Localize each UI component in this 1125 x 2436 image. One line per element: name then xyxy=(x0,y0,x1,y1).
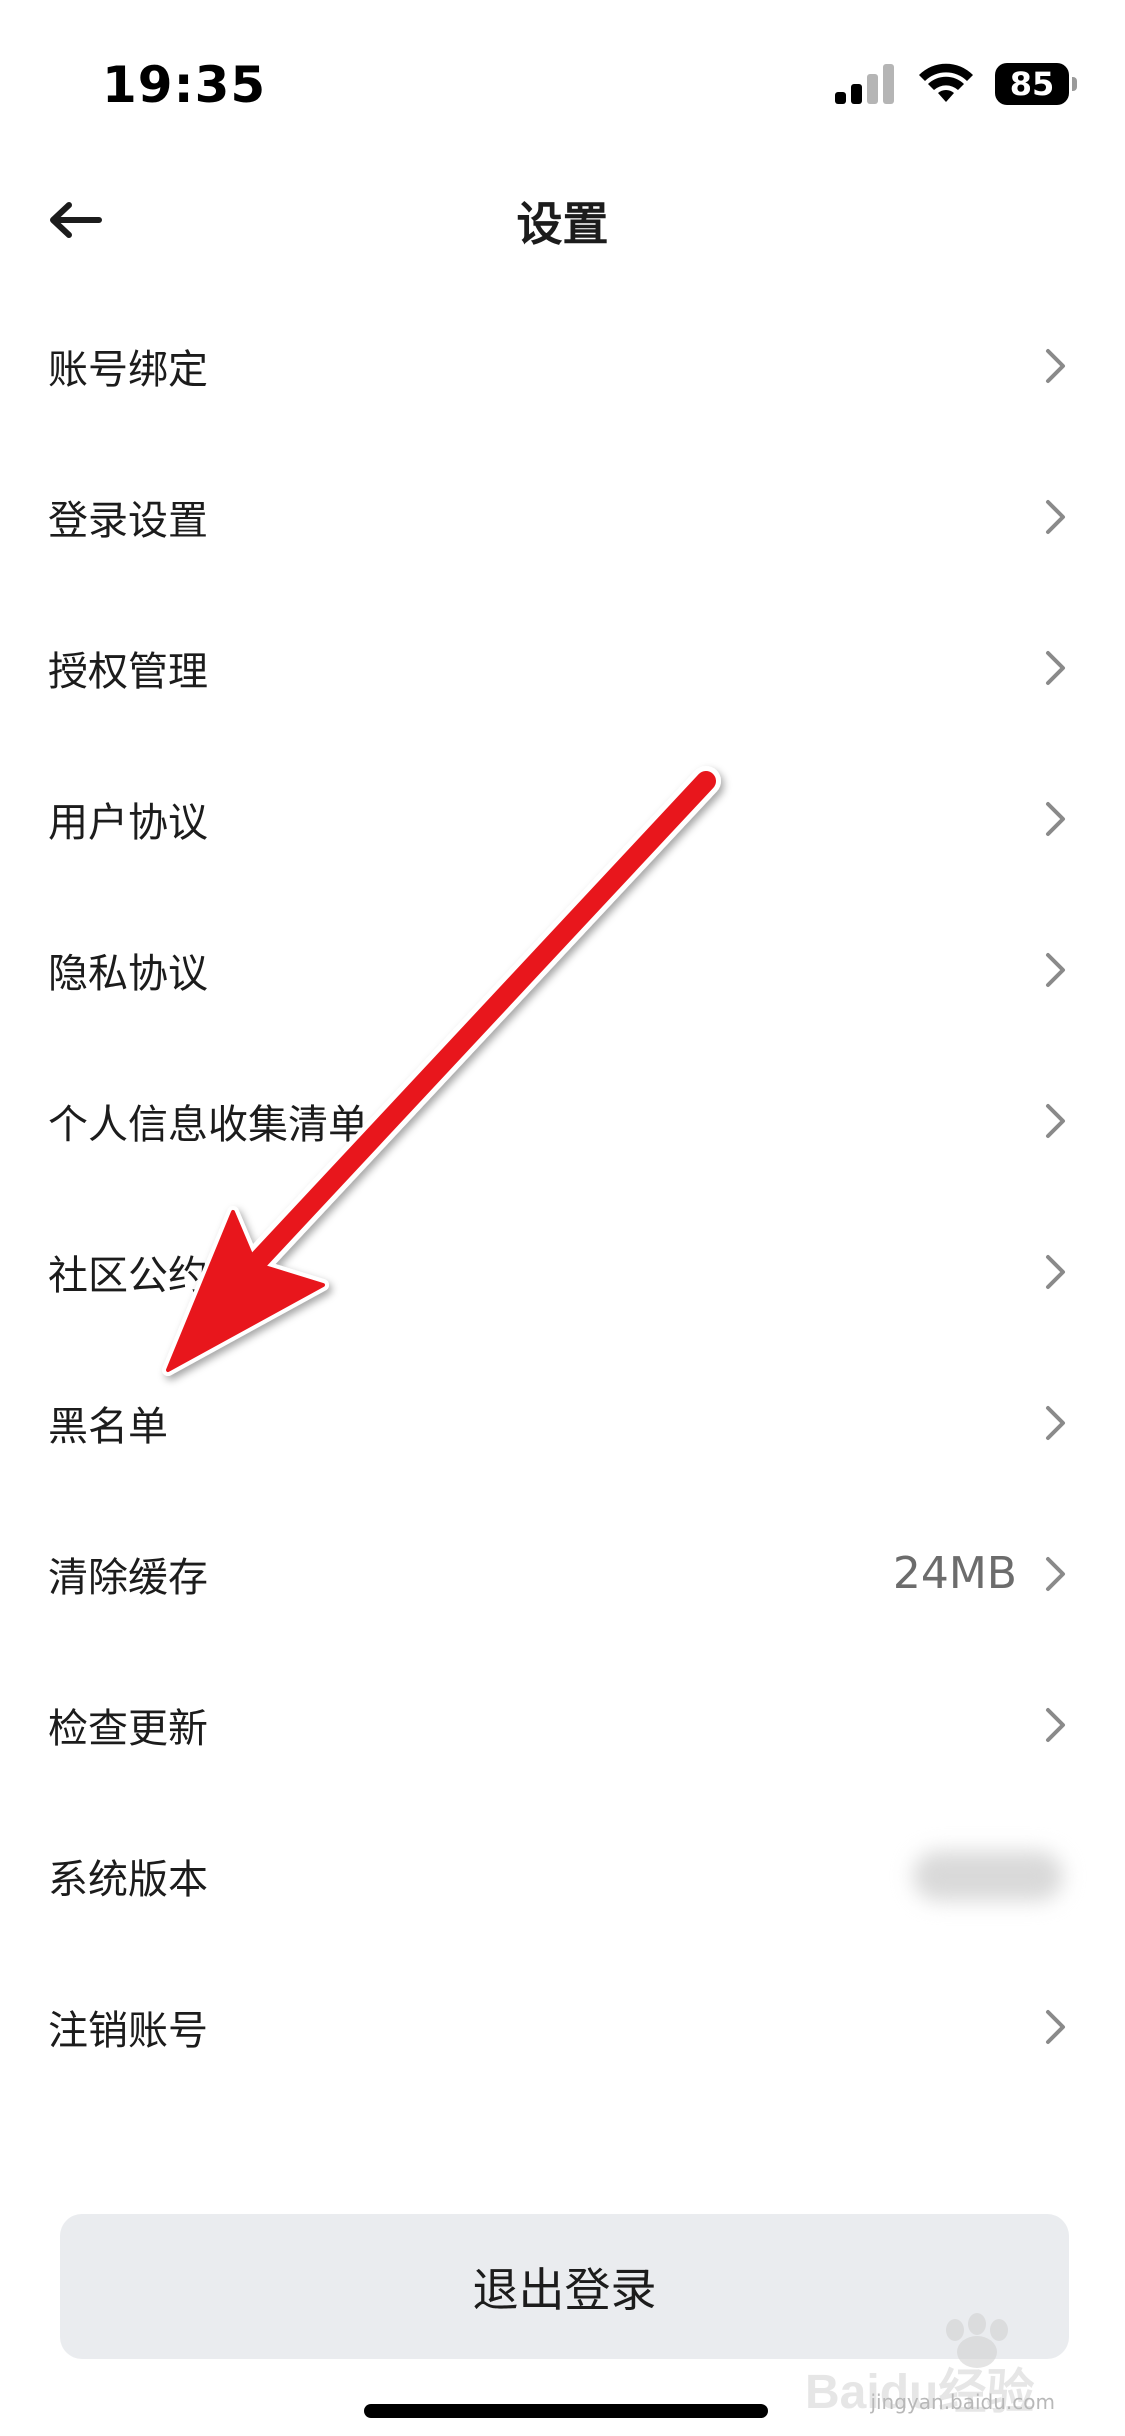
settings-item-label: 黑名单 xyxy=(48,1403,168,1450)
watermark-subtext: jingyan.baidu.com xyxy=(870,2390,1055,2414)
chevron-right-icon xyxy=(1046,952,1065,987)
chevron-right-icon xyxy=(1046,1556,1065,1591)
settings-item-label: 用户协议 xyxy=(48,799,208,846)
status-bar: 19:35 85 xyxy=(0,0,1125,160)
settings-item-label: 系统版本 xyxy=(48,1856,208,1903)
logout-button[interactable]: 退出登录 xyxy=(60,2214,1069,2359)
home-indicator xyxy=(364,2404,768,2418)
settings-item-label: 登录设置 xyxy=(48,497,208,544)
chevron-right-icon xyxy=(1046,348,1065,383)
settings-list: 账号绑定 登录设置 授权管理 用户协议 隐私协议 个人信息收集清单 社区公约 黑… xyxy=(0,290,1125,2102)
chevron-right-icon xyxy=(1046,801,1065,836)
settings-item-login-settings[interactable]: 登录设置 xyxy=(0,441,1125,592)
settings-item-label: 社区公约 xyxy=(48,1252,208,1299)
signal-icon xyxy=(835,64,894,104)
wifi-icon xyxy=(919,63,973,102)
battery-level: 85 xyxy=(1009,65,1055,103)
status-time: 19:35 xyxy=(102,56,267,114)
settings-item-blacklist[interactable]: 黑名单 xyxy=(0,1347,1125,1498)
settings-item-label: 个人信息收集清单 xyxy=(48,1101,368,1148)
settings-item-user-agreement[interactable]: 用户协议 xyxy=(0,743,1125,894)
settings-item-system-version: 系统版本 xyxy=(0,1800,1125,1951)
settings-item-label: 隐私协议 xyxy=(48,950,208,997)
settings-item-privacy-agreement[interactable]: 隐私协议 xyxy=(0,894,1125,1045)
cache-size-value: 24MB xyxy=(892,1548,1017,1599)
settings-item-label: 注销账号 xyxy=(48,2007,208,2054)
chevron-right-icon xyxy=(1046,1103,1065,1138)
chevron-right-icon xyxy=(1046,499,1065,534)
chevron-right-icon xyxy=(1046,1254,1065,1289)
chevron-right-icon xyxy=(1046,1707,1065,1742)
chevron-right-icon xyxy=(1046,2009,1065,2044)
settings-item-label: 检查更新 xyxy=(48,1705,208,1752)
settings-item-community-rules[interactable]: 社区公约 xyxy=(0,1196,1125,1347)
settings-item-label: 账号绑定 xyxy=(48,346,208,393)
chevron-right-icon xyxy=(1046,650,1065,685)
status-icons: 85 xyxy=(833,62,1077,106)
settings-item-personal-info-list[interactable]: 个人信息收集清单 xyxy=(0,1045,1125,1196)
settings-item-label: 授权管理 xyxy=(48,648,208,695)
settings-item-delete-account[interactable]: 注销账号 xyxy=(0,1951,1125,2102)
settings-item-clear-cache[interactable]: 清除缓存 24MB xyxy=(0,1498,1125,1649)
settings-item-label: 清除缓存 xyxy=(48,1554,208,1601)
nav-header: 设置 xyxy=(0,160,1125,280)
settings-item-authorization[interactable]: 授权管理 xyxy=(0,592,1125,743)
battery-icon: 85 xyxy=(995,63,1077,105)
blurred-version-value xyxy=(913,1850,1063,1901)
page-title: 设置 xyxy=(516,197,609,251)
battery-cap xyxy=(1072,77,1077,91)
settings-item-check-update[interactable]: 检查更新 xyxy=(0,1649,1125,1800)
chevron-right-icon xyxy=(1046,1405,1065,1440)
settings-item-account-binding[interactable]: 账号绑定 xyxy=(0,290,1125,441)
